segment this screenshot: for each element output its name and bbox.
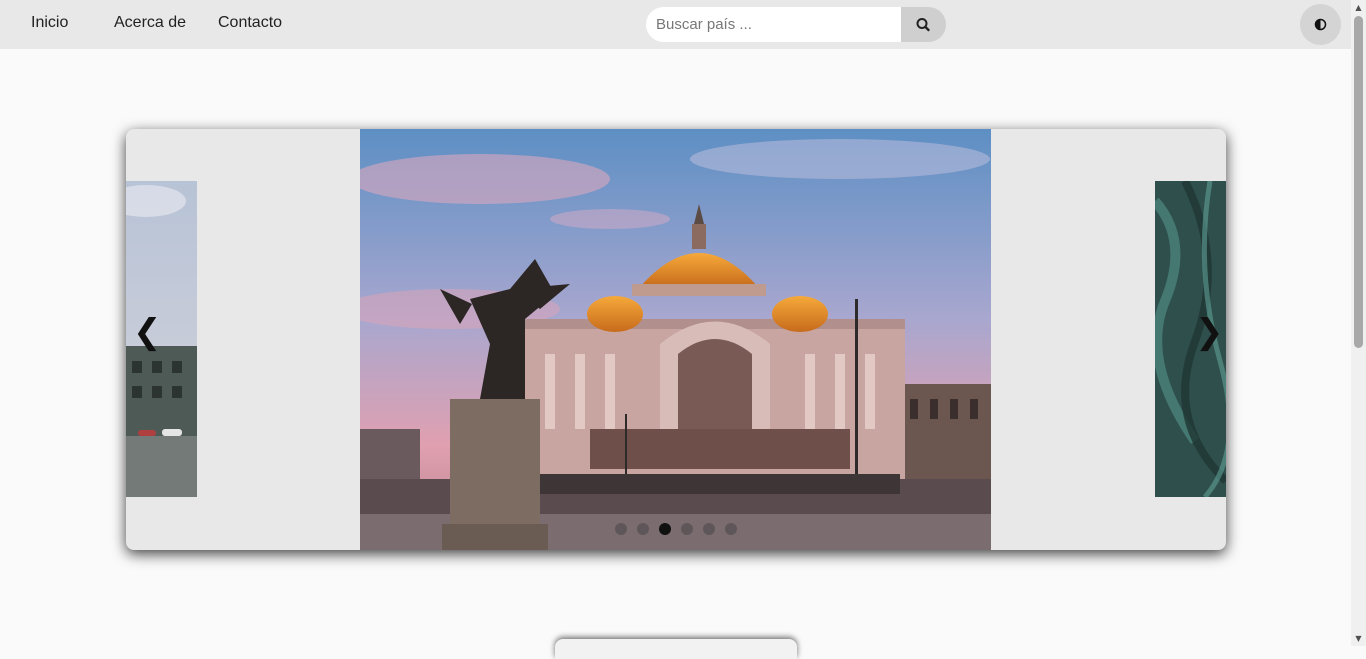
carousel-dot-4[interactable] — [681, 523, 693, 535]
scroll-down-arrow-icon[interactable]: ▼ — [1351, 631, 1366, 646]
vertical-scrollbar[interactable]: ▲ ▼ — [1351, 0, 1366, 646]
carousel-dot-2[interactable] — [637, 523, 649, 535]
carousel-dot-6[interactable] — [725, 523, 737, 535]
carousel-dot-3[interactable] — [659, 523, 671, 535]
search-button[interactable] — [901, 7, 946, 42]
carousel-next-button[interactable]: ❯ — [1195, 312, 1224, 352]
scrollbar-thumb[interactable] — [1354, 16, 1363, 348]
contrast-icon — [1314, 18, 1327, 31]
content-card — [555, 639, 797, 659]
search-input[interactable] — [646, 7, 902, 42]
nav-link-acerca[interactable]: Acerca de — [114, 14, 186, 32]
theme-toggle-button[interactable] — [1300, 4, 1341, 45]
nav-link-contacto[interactable]: Contacto — [218, 14, 282, 32]
carousel-dot-1[interactable] — [615, 523, 627, 535]
slide-image-main — [360, 129, 991, 550]
scroll-up-arrow-icon[interactable]: ▲ — [1351, 0, 1366, 15]
carousel-prev-button[interactable]: ❮ — [133, 312, 162, 352]
country-carousel: ❮ ❯ — [126, 129, 1226, 550]
top-navbar: Inicio Acerca de Contacto — [0, 0, 1351, 49]
nav-link-inicio[interactable]: Inicio — [31, 14, 68, 32]
search-icon — [916, 18, 930, 32]
carousel-dot-5[interactable] — [703, 523, 715, 535]
